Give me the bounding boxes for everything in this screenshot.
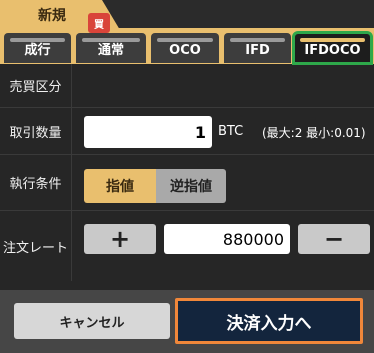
new-order-tab-label: 新規 <box>38 8 66 24</box>
rate-decrement-button[interactable]: − <box>298 224 370 254</box>
quantity-label: 取引数量 <box>0 108 72 154</box>
proceed-to-settlement-button[interactable]: 決済入力へ <box>175 298 363 344</box>
limit-order-button[interactable]: 指値 <box>84 169 156 203</box>
rate-input[interactable]: 880000 <box>164 224 290 254</box>
tab-indicator <box>230 38 285 42</box>
minus-icon: − <box>323 225 345 253</box>
tab-market[interactable]: 成行 <box>4 33 71 63</box>
tab-normal[interactable]: 通常 <box>76 33 146 63</box>
tab-oco[interactable]: OCO <box>151 33 219 63</box>
quantity-unit: BTC <box>218 124 244 139</box>
tab-ifd[interactable]: IFD <box>224 33 291 63</box>
tab-indicator <box>10 38 65 42</box>
cancel-button[interactable]: キャンセル <box>14 303 170 339</box>
execution-label: 執行条件 <box>0 155 72 210</box>
tab-label: IFD <box>245 43 270 58</box>
side-label: 売買区分 <box>0 64 72 107</box>
quantity-input[interactable]: 1 <box>84 116 212 148</box>
stop-order-button[interactable]: 逆指値 <box>156 169 226 203</box>
tab-label: OCO <box>169 43 201 58</box>
tab-label: IFDOCO <box>304 43 361 58</box>
plus-icon: + <box>109 225 131 253</box>
quantity-limit: (最大:2 最小:0.01) <box>262 126 366 140</box>
side-row: 売買区分 <box>0 64 374 108</box>
tab-indicator <box>300 38 365 42</box>
tab-ifdoco[interactable]: IFDOCO <box>292 31 373 65</box>
buy-badge: 買 <box>88 13 110 33</box>
tab-indicator <box>157 38 213 42</box>
rate-label: 注文レート <box>0 211 72 281</box>
rate-increment-button[interactable]: + <box>84 224 156 254</box>
tab-indicator <box>82 38 140 42</box>
